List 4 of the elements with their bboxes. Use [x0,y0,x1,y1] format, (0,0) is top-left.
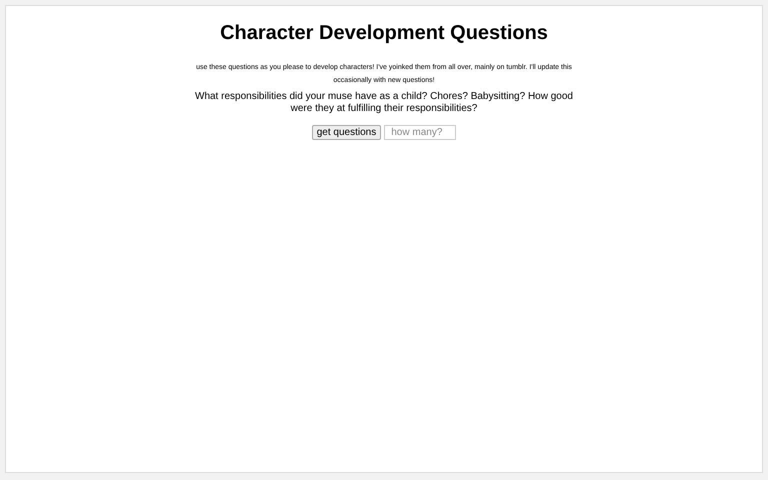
question-text: What responsibilities did your muse have as a child? Chores? Babysitting? How good were they at fulfilling their responsibilities? [194,91,574,115]
count-input-field[interactable]: how many? [384,125,456,140]
get-questions-button[interactable]: get questions [312,125,382,140]
page-title: Character Development Questions [220,22,548,45]
